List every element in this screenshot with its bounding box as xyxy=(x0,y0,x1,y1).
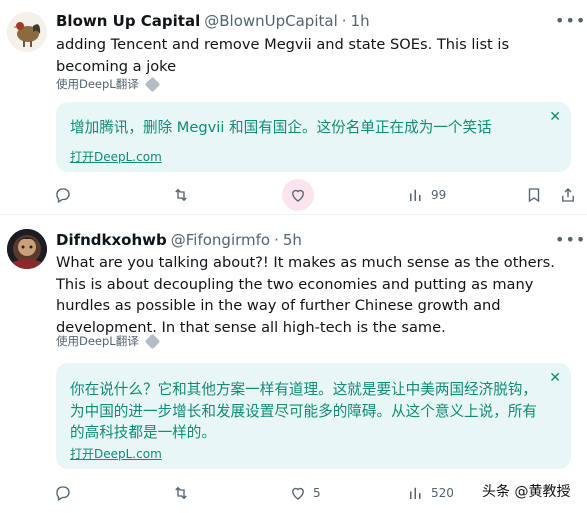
tweet[interactable]: Blown Up Capital @BlownUpCapital · 1h ••• a… xyxy=(0,0,587,214)
translation-text: 增加腾讯，删除 Megvii 和国有国企。这份名单正在成为一个笑话 xyxy=(70,119,492,136)
translation-text: 你在说什么？它和其他方案一样有道理。这就是要让中美两国经济脱钩，为中国的进一步增… xyxy=(70,381,538,441)
translation-box: 你在说什么？它和其他方案一样有道理。这就是要让中美两国经济脱钩，为中国的进一步增… xyxy=(56,363,571,469)
timestamp[interactable]: 1h xyxy=(351,12,370,30)
reply-icon xyxy=(56,188,70,203)
display-name[interactable]: Difndkxohwb xyxy=(56,231,167,249)
open-deepl-link[interactable]: 打开DeepL.com xyxy=(70,445,162,462)
display-name[interactable]: Blown Up Capital xyxy=(56,12,200,30)
views-icon xyxy=(410,189,421,201)
tweet-text: What are you talking about?! It makes as… xyxy=(56,254,555,336)
close-icon[interactable]: ✕ xyxy=(549,370,561,386)
views-icon xyxy=(410,487,421,499)
deepl-icon xyxy=(144,76,160,92)
avatar[interactable] xyxy=(7,229,47,269)
bookmark-button[interactable] xyxy=(525,180,543,210)
deepl-icon xyxy=(144,333,160,349)
heart-icon xyxy=(292,189,304,202)
translate-label-row[interactable]: 使用DeepL翻译 xyxy=(56,76,160,92)
retweet-button[interactable] xyxy=(172,180,190,210)
like-hover-bg xyxy=(282,179,314,211)
user-handle[interactable]: @BlownUpCapital xyxy=(204,12,338,30)
like-count: 5 xyxy=(313,486,321,500)
timestamp[interactable]: 5h xyxy=(283,231,302,249)
watermark: 头条 @黄教授 xyxy=(482,484,571,500)
heart-icon xyxy=(292,487,304,500)
translate-label-row[interactable]: 使用DeepL翻译 xyxy=(56,333,160,349)
more-icon[interactable]: ••• xyxy=(555,11,585,31)
user-handle[interactable]: @Fifongirmfo xyxy=(171,231,270,249)
separator-dot: · xyxy=(341,12,347,30)
views-button[interactable]: 99 xyxy=(407,180,446,210)
like-button[interactable] xyxy=(282,179,314,211)
close-icon[interactable]: ✕ xyxy=(549,109,561,125)
tweet[interactable]: Difndkxohwb @Fifongirmfo · 5h ••• What are … xyxy=(0,215,587,513)
translation-box: 增加腾讯，删除 Megvii 和国有国企。这份名单正在成为一个笑话 ✕ 打开De… xyxy=(56,102,571,172)
views-count: 99 xyxy=(431,188,447,202)
share-icon xyxy=(562,188,574,202)
reply-button[interactable] xyxy=(54,478,72,508)
tweet-header: Difndkxohwb @Fifongirmfo · 5h xyxy=(56,230,302,250)
views-button[interactable]: 520 xyxy=(407,478,454,508)
action-bar: 99 xyxy=(0,179,587,211)
separator-dot: · xyxy=(274,231,279,249)
share-button[interactable] xyxy=(559,180,577,210)
avatar[interactable] xyxy=(7,12,47,52)
translate-label[interactable]: 使用DeepL翻译 xyxy=(56,333,139,349)
open-deepl-link[interactable]: 打开DeepL.com xyxy=(70,148,162,165)
more-icon[interactable]: ••• xyxy=(555,230,585,250)
retweet-icon xyxy=(175,188,187,202)
translate-label[interactable]: 使用DeepL翻译 xyxy=(56,76,139,92)
views-count: 520 xyxy=(431,486,454,500)
reply-button[interactable] xyxy=(54,180,72,210)
bookmark-icon xyxy=(528,188,540,203)
retweet-button[interactable] xyxy=(172,478,190,508)
tweet-text: adding Tencent and remove Megvii and sta… xyxy=(56,36,510,75)
like-button[interactable]: 5 xyxy=(289,478,321,508)
reply-icon xyxy=(56,486,70,501)
retweet-icon xyxy=(175,486,187,500)
tweet-header: Blown Up Capital @BlownUpCapital · 1h xyxy=(56,11,370,31)
